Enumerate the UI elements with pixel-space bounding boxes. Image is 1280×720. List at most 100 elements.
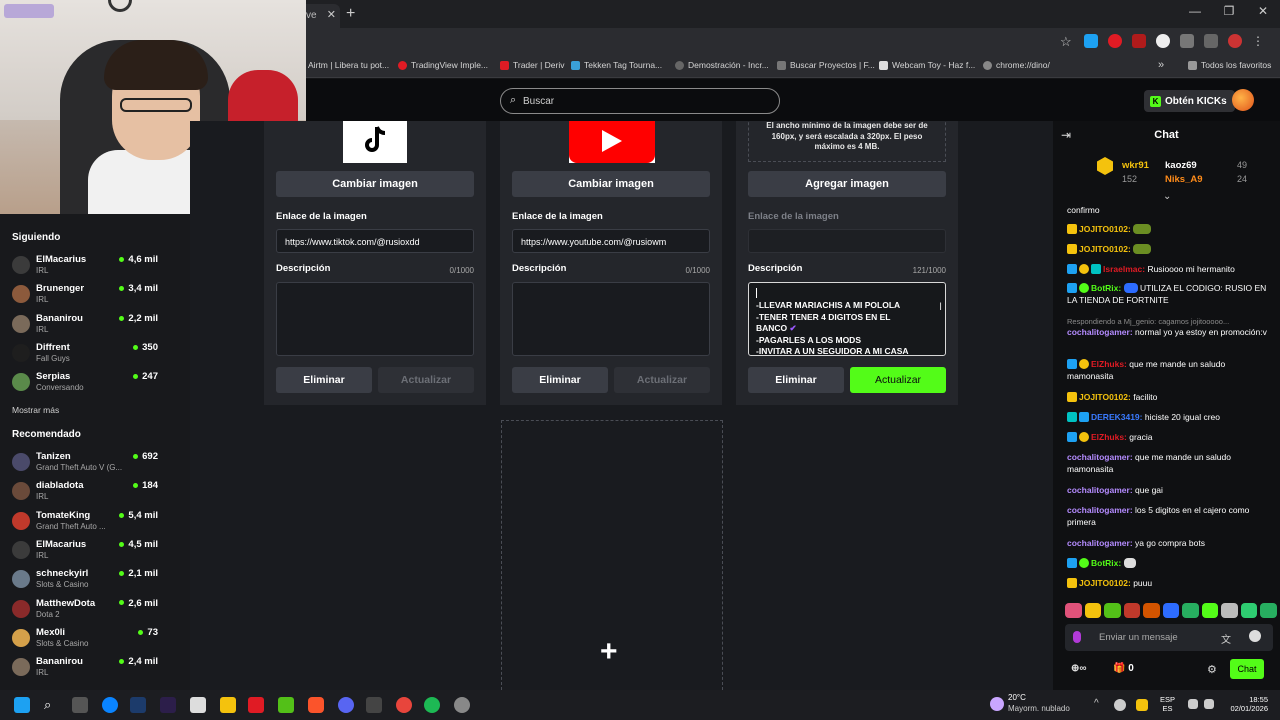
- premiere-icon[interactable]: [160, 697, 176, 713]
- leader-name[interactable]: kaoz69: [1165, 160, 1197, 171]
- chat-settings-gear-icon[interactable]: ⚙: [1207, 663, 1217, 676]
- bookmark-item[interactable]: Trader | Deriv: [500, 60, 565, 70]
- message-username[interactable]: cochalitogamer:: [1067, 327, 1133, 337]
- emote-icon[interactable]: [1201, 603, 1219, 618]
- extensions-puzzle-icon[interactable]: [1180, 34, 1194, 48]
- bookmark-item[interactable]: Demostración - Incr...: [675, 60, 769, 70]
- sidebar-channel-item[interactable]: TomateKing Grand Theft Auto ... 5,4 mil: [0, 508, 190, 537]
- delete-button[interactable]: Eliminar: [276, 367, 372, 393]
- bookmark-item[interactable]: Airtm | Libera tu pot...: [308, 60, 389, 70]
- media-icon[interactable]: [1204, 34, 1218, 48]
- user-avatar[interactable]: [1232, 89, 1254, 111]
- microphone-icon[interactable]: [1073, 631, 1081, 643]
- emote-icon[interactable]: [1143, 603, 1160, 618]
- leader-name[interactable]: wkr91: [1122, 160, 1149, 171]
- description-textarea[interactable]: [276, 282, 474, 356]
- message-username[interactable]: ElZhuks:: [1091, 359, 1127, 369]
- bookmark-item[interactable]: TradingView Imple...: [398, 60, 488, 70]
- brave-icon[interactable]: [308, 697, 324, 713]
- bookmark-item[interactable]: chrome://dino/: [983, 60, 1050, 70]
- message-username[interactable]: cochalitogamer:: [1067, 452, 1133, 462]
- reply-text[interactable]: Respondiendo a Mj_genio: cagamos jojitoo…: [1067, 317, 1229, 326]
- update-button[interactable]: Actualizar: [378, 367, 474, 393]
- sidebar-channel-item[interactable]: Diffrent Fall Guys 350: [0, 340, 190, 369]
- channel-points-icon[interactable]: ⊕∞: [1071, 663, 1087, 674]
- message-username[interactable]: cochalitogamer:: [1067, 505, 1133, 515]
- network-icon[interactable]: [1188, 699, 1198, 709]
- leader-name[interactable]: Niks_A9: [1165, 174, 1203, 185]
- delete-button[interactable]: Eliminar: [512, 367, 608, 393]
- sidebar-channel-item[interactable]: schneckyirl Slots & Casino 2,1 mil: [0, 566, 190, 595]
- vpn-extension-icon[interactable]: [1156, 34, 1170, 48]
- keyboard-language[interactable]: ESP ES: [1160, 695, 1175, 713]
- message-username[interactable]: cochalitogamer:: [1067, 485, 1133, 495]
- bookmark-item[interactable]: Buscar Proyectos | F...: [777, 60, 875, 70]
- sidebar-channel-item[interactable]: Mex0li Slots & Casino 73: [0, 625, 190, 654]
- message-username[interactable]: BotRix:: [1091, 283, 1121, 293]
- sidebar-channel-item[interactable]: Serpias Conversando 247: [0, 369, 190, 398]
- message-username[interactable]: BotRix:: [1091, 558, 1121, 568]
- image-link-input[interactable]: [748, 229, 946, 253]
- add-panel-tile[interactable]: +: [501, 420, 723, 690]
- red-app-icon[interactable]: [248, 697, 264, 713]
- message-username[interactable]: JOJITO0102:: [1079, 224, 1131, 234]
- discord-icon[interactable]: [338, 697, 354, 713]
- change-image-button[interactable]: Cambiar imagen: [512, 171, 710, 197]
- emote-icon[interactable]: [1260, 603, 1278, 618]
- bookmark-item[interactable]: Tekken Tag Tourna...: [571, 60, 662, 70]
- update-button[interactable]: Actualizar: [850, 367, 946, 393]
- menu-dots-icon[interactable]: ⋮: [1252, 34, 1266, 48]
- message-username[interactable]: cochalitogamer:: [1067, 538, 1133, 548]
- volume-icon[interactable]: [1204, 699, 1214, 709]
- update-button[interactable]: Actualizar: [614, 367, 710, 393]
- sidebar-channel-item[interactable]: ElMacarius IRL 4,5 mil: [0, 537, 190, 566]
- description-textarea[interactable]: [512, 282, 710, 356]
- emote-icon[interactable]: [1221, 603, 1238, 618]
- file-explorer-icon[interactable]: [220, 697, 236, 713]
- tray-app-icon[interactable]: [1136, 699, 1148, 711]
- tray-chevron-icon[interactable]: ^: [1094, 698, 1110, 714]
- task-view-icon[interactable]: [72, 697, 88, 713]
- close-window-icon[interactable]: ✕: [1246, 4, 1280, 18]
- message-username[interactable]: JOJITO0102:: [1079, 578, 1131, 588]
- add-image-button[interactable]: Agregar imagen: [748, 171, 946, 197]
- show-more-link[interactable]: Mostrar más: [12, 405, 59, 415]
- chat-input-box[interactable]: 文: [1065, 624, 1273, 651]
- delete-button[interactable]: Eliminar: [748, 367, 844, 393]
- all-bookmarks-folder[interactable]: Todos los favoritos: [1188, 60, 1271, 70]
- message-username[interactable]: Israelmac:: [1103, 264, 1145, 274]
- close-tab-icon[interactable]: ✕: [327, 8, 336, 21]
- windows-start-icon[interactable]: [14, 697, 30, 713]
- emote-icon[interactable]: [1084, 603, 1102, 618]
- minecraft-icon[interactable]: [278, 697, 294, 713]
- app-icon[interactable]: [190, 697, 206, 713]
- search-box[interactable]: ⌕: [500, 88, 780, 114]
- message-username[interactable]: DEREK3419:: [1091, 412, 1143, 422]
- upload-dropzone[interactable]: El ancho mínimo de la imagen debe ser de…: [748, 121, 946, 162]
- image-link-input[interactable]: https://www.tiktok.com/@rusioxdd: [276, 229, 474, 253]
- change-image-button[interactable]: Cambiar imagen: [276, 171, 474, 197]
- image-link-input[interactable]: https://www.youtube.com/@rusiowm: [512, 229, 710, 253]
- photoshop-icon[interactable]: [130, 697, 146, 713]
- tray-app-icon[interactable]: [1114, 699, 1126, 711]
- sidebar-channel-item[interactable]: diabladota IRL 184: [0, 478, 190, 507]
- new-tab-icon[interactable]: +: [346, 5, 355, 23]
- translate-icon[interactable]: 文: [1221, 631, 1231, 646]
- chrome-icon[interactable]: [396, 697, 412, 713]
- sidebar-channel-item[interactable]: Bananirou IRL 2,4 mil: [0, 654, 190, 683]
- system-clock[interactable]: 18:55 02/01/2026: [1222, 695, 1268, 713]
- bookmark-star-icon[interactable]: ☆: [1060, 34, 1074, 49]
- sidebar-channel-item[interactable]: Bananirou IRL 2,2 mil: [0, 311, 190, 340]
- spotify-icon[interactable]: [424, 697, 440, 713]
- gift-counter[interactable]: 🎁 0: [1113, 663, 1134, 674]
- restore-icon[interactable]: ❐: [1212, 4, 1246, 18]
- emote-icon[interactable]: [1123, 603, 1141, 618]
- minimize-icon[interactable]: —: [1178, 4, 1212, 18]
- app-icon[interactable]: [366, 697, 382, 713]
- emote-icon[interactable]: [1104, 603, 1121, 618]
- emote-icon[interactable]: [1162, 603, 1180, 618]
- bookmarks-overflow-icon[interactable]: »: [1158, 59, 1164, 71]
- red-extension-icon[interactable]: [1108, 34, 1122, 48]
- edge-icon[interactable]: [102, 697, 118, 713]
- expand-leaderboard-icon[interactable]: ⌄: [1163, 191, 1171, 202]
